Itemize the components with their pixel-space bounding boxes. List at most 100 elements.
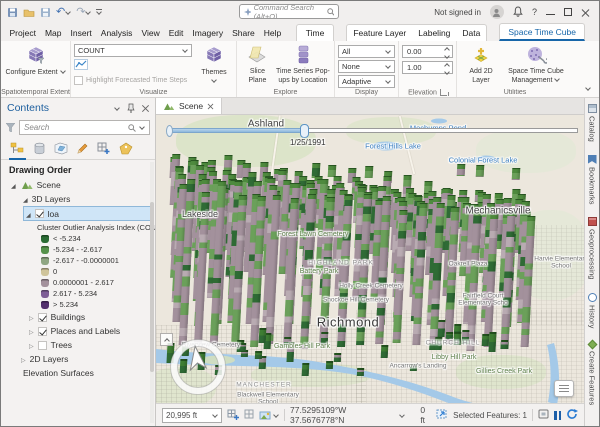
layer-checkbox[interactable] — [38, 327, 47, 336]
panel-tab-create-features[interactable]: Create Features — [588, 341, 597, 405]
notifications-bell-icon[interactable] — [513, 6, 523, 19]
spin-up-icon[interactable] — [444, 47, 450, 53]
coordinates-readout[interactable]: 77.5295109°W 37.5676778°N — [290, 405, 394, 425]
display-combo-2[interactable]: Adaptive — [338, 75, 395, 88]
tree-item-2d-layers[interactable]: 2D Layers — [1, 352, 155, 366]
panel-menu-chevron-icon[interactable] — [114, 105, 120, 111]
signin-status[interactable]: Not signed in — [434, 8, 481, 17]
selected-features-count[interactable]: Selected Features: 1 — [453, 411, 527, 420]
tree-item-trees[interactable]: Trees — [1, 338, 155, 352]
collapse-ribbon-button[interactable] — [573, 41, 599, 97]
expander-icon[interactable] — [29, 326, 34, 336]
open-project-icon[interactable] — [23, 7, 35, 18]
contents-search-input[interactable]: Search — [19, 120, 150, 135]
menu-tab-project[interactable]: Project — [5, 25, 40, 41]
tab-drawing-order[interactable] — [9, 140, 26, 160]
themes-button[interactable]: Themes — [195, 44, 233, 85]
layer-checkbox[interactable] — [35, 209, 44, 218]
help-icon[interactable]: ? — [532, 7, 537, 17]
tab-data-source[interactable] — [32, 140, 47, 160]
panel-tab-history[interactable]: History — [588, 293, 597, 328]
tree-item-elevation-surfaces[interactable]: Elevation Surfaces — [1, 366, 155, 380]
menu-tab-analysis[interactable]: Analysis — [96, 25, 137, 41]
search-options-chevron-icon[interactable] — [139, 124, 145, 130]
undo-icon[interactable]: ↶ — [56, 7, 71, 18]
tree-item-scene[interactable]: Scene — [1, 178, 155, 192]
pause-drawing-icon[interactable] — [554, 411, 561, 420]
refresh-icon[interactable] — [566, 408, 578, 422]
menu-tab-insert[interactable]: Insert — [66, 25, 96, 41]
grid-icon[interactable] — [244, 409, 254, 422]
tab-labeling[interactable] — [118, 140, 134, 160]
display-mode-icon[interactable] — [259, 410, 279, 421]
spin-up-icon[interactable] — [444, 63, 450, 69]
expander-icon[interactable] — [21, 354, 26, 364]
basemap-widget[interactable] — [554, 380, 574, 397]
panel-tab-bookmarks[interactable]: Bookmarks — [588, 155, 597, 205]
customize-qat-icon[interactable] — [96, 9, 102, 15]
tree-item-places-and-labels[interactable]: Places and Labels — [1, 324, 155, 338]
filter-funnel-icon[interactable] — [6, 123, 15, 132]
contextual-tab-labeling[interactable]: Labeling — [412, 25, 456, 41]
contextual-tab-feature-layer[interactable]: Feature Layer — [347, 25, 412, 41]
tab-time[interactable]: Time — [296, 24, 335, 41]
expander-icon[interactable] — [29, 340, 34, 350]
menu-tab-share[interactable]: Share — [228, 25, 260, 41]
highlight-forecast-checkbox[interactable]: Highlight Forecasted Time Steps — [74, 76, 192, 85]
expander-icon[interactable] — [26, 209, 31, 219]
spinner-arrows[interactable] — [444, 61, 450, 75]
menu-tab-view[interactable]: View — [137, 25, 164, 41]
selected-features-icon[interactable] — [436, 409, 448, 422]
space-time-cube-management-button[interactable]: Space Time Cube Management — [502, 44, 570, 86]
menu-tab-imagery[interactable]: Imagery — [188, 25, 228, 41]
map-extent-icon[interactable] — [538, 409, 549, 421]
maximize-button[interactable] — [564, 8, 572, 16]
time-slider-start-handle[interactable] — [166, 125, 173, 137]
command-search-input[interactable]: Command Search (Alt+Q) — [239, 4, 339, 19]
tab-editing[interactable] — [75, 140, 90, 160]
tree-item-3d-layers[interactable]: 3D Layers — [1, 192, 155, 206]
display-combo-0[interactable]: All — [338, 45, 395, 58]
close-button[interactable] — [581, 8, 590, 17]
tab-space-time-cube[interactable]: Space Time Cube — [499, 23, 585, 41]
contextual-tab-data[interactable]: Data — [456, 25, 486, 41]
expander-icon[interactable] — [29, 312, 34, 322]
coordinates-chevron-icon[interactable] — [399, 412, 404, 417]
minimize-button[interactable] — [546, 14, 555, 15]
spinner-arrows[interactable] — [444, 45, 450, 59]
add-2d-layer-button[interactable]: Add 2D Layer — [460, 44, 502, 86]
panel-tab-geoprocessing[interactable]: Geoprocessing — [588, 217, 597, 279]
close-view-icon[interactable] — [208, 103, 214, 109]
save-as-icon[interactable] — [40, 7, 51, 18]
elevation-spinner-1[interactable]: 1.00 — [402, 61, 453, 74]
variable-combo[interactable]: COUNT — [74, 44, 192, 57]
tree-item-buildings[interactable]: Buildings — [1, 310, 155, 324]
redo-icon[interactable]: ↷ — [76, 7, 91, 18]
elevation-spinner-0[interactable]: 0.00 — [402, 45, 453, 58]
on-screen-navigator[interactable] — [170, 339, 226, 395]
panel-tab-catalog[interactable]: Catalog — [588, 104, 597, 142]
account-avatar[interactable] — [490, 5, 504, 19]
dialog-launcher-icon[interactable] — [440, 89, 447, 96]
configure-extent-button[interactable]: Configure Extent — [4, 44, 67, 79]
time-slider[interactable]: 1/25/1991 — [168, 125, 578, 145]
slice-plane-button[interactable]: Slice Plane — [240, 44, 275, 86]
expander-icon[interactable] — [23, 194, 28, 204]
scene-view-tab[interactable]: Scene — [156, 98, 222, 114]
tab-selection[interactable] — [53, 140, 69, 160]
layer-checkbox[interactable] — [38, 313, 47, 322]
close-panel-icon[interactable] — [142, 105, 149, 112]
layer-checkbox[interactable] — [38, 341, 47, 350]
display-combo-1[interactable]: None — [338, 60, 395, 73]
time-series-chart-icon[interactable] — [74, 59, 192, 72]
save-project-icon[interactable] — [7, 7, 18, 18]
pin-icon[interactable] — [127, 103, 135, 113]
menu-tab-edit[interactable]: Edit — [164, 25, 188, 41]
expander-icon[interactable] — [11, 180, 16, 190]
tree-item-loa[interactable]: loa — [23, 206, 151, 221]
contents-scrollbar[interactable] — [150, 162, 154, 423]
time-slider-handle[interactable] — [300, 124, 309, 138]
scene-canvas[interactable]: AshlandMechumps PondForest Hills LakeCol… — [156, 115, 584, 403]
menu-tab-help[interactable]: Help — [259, 25, 285, 41]
spin-down-icon[interactable] — [444, 53, 450, 59]
